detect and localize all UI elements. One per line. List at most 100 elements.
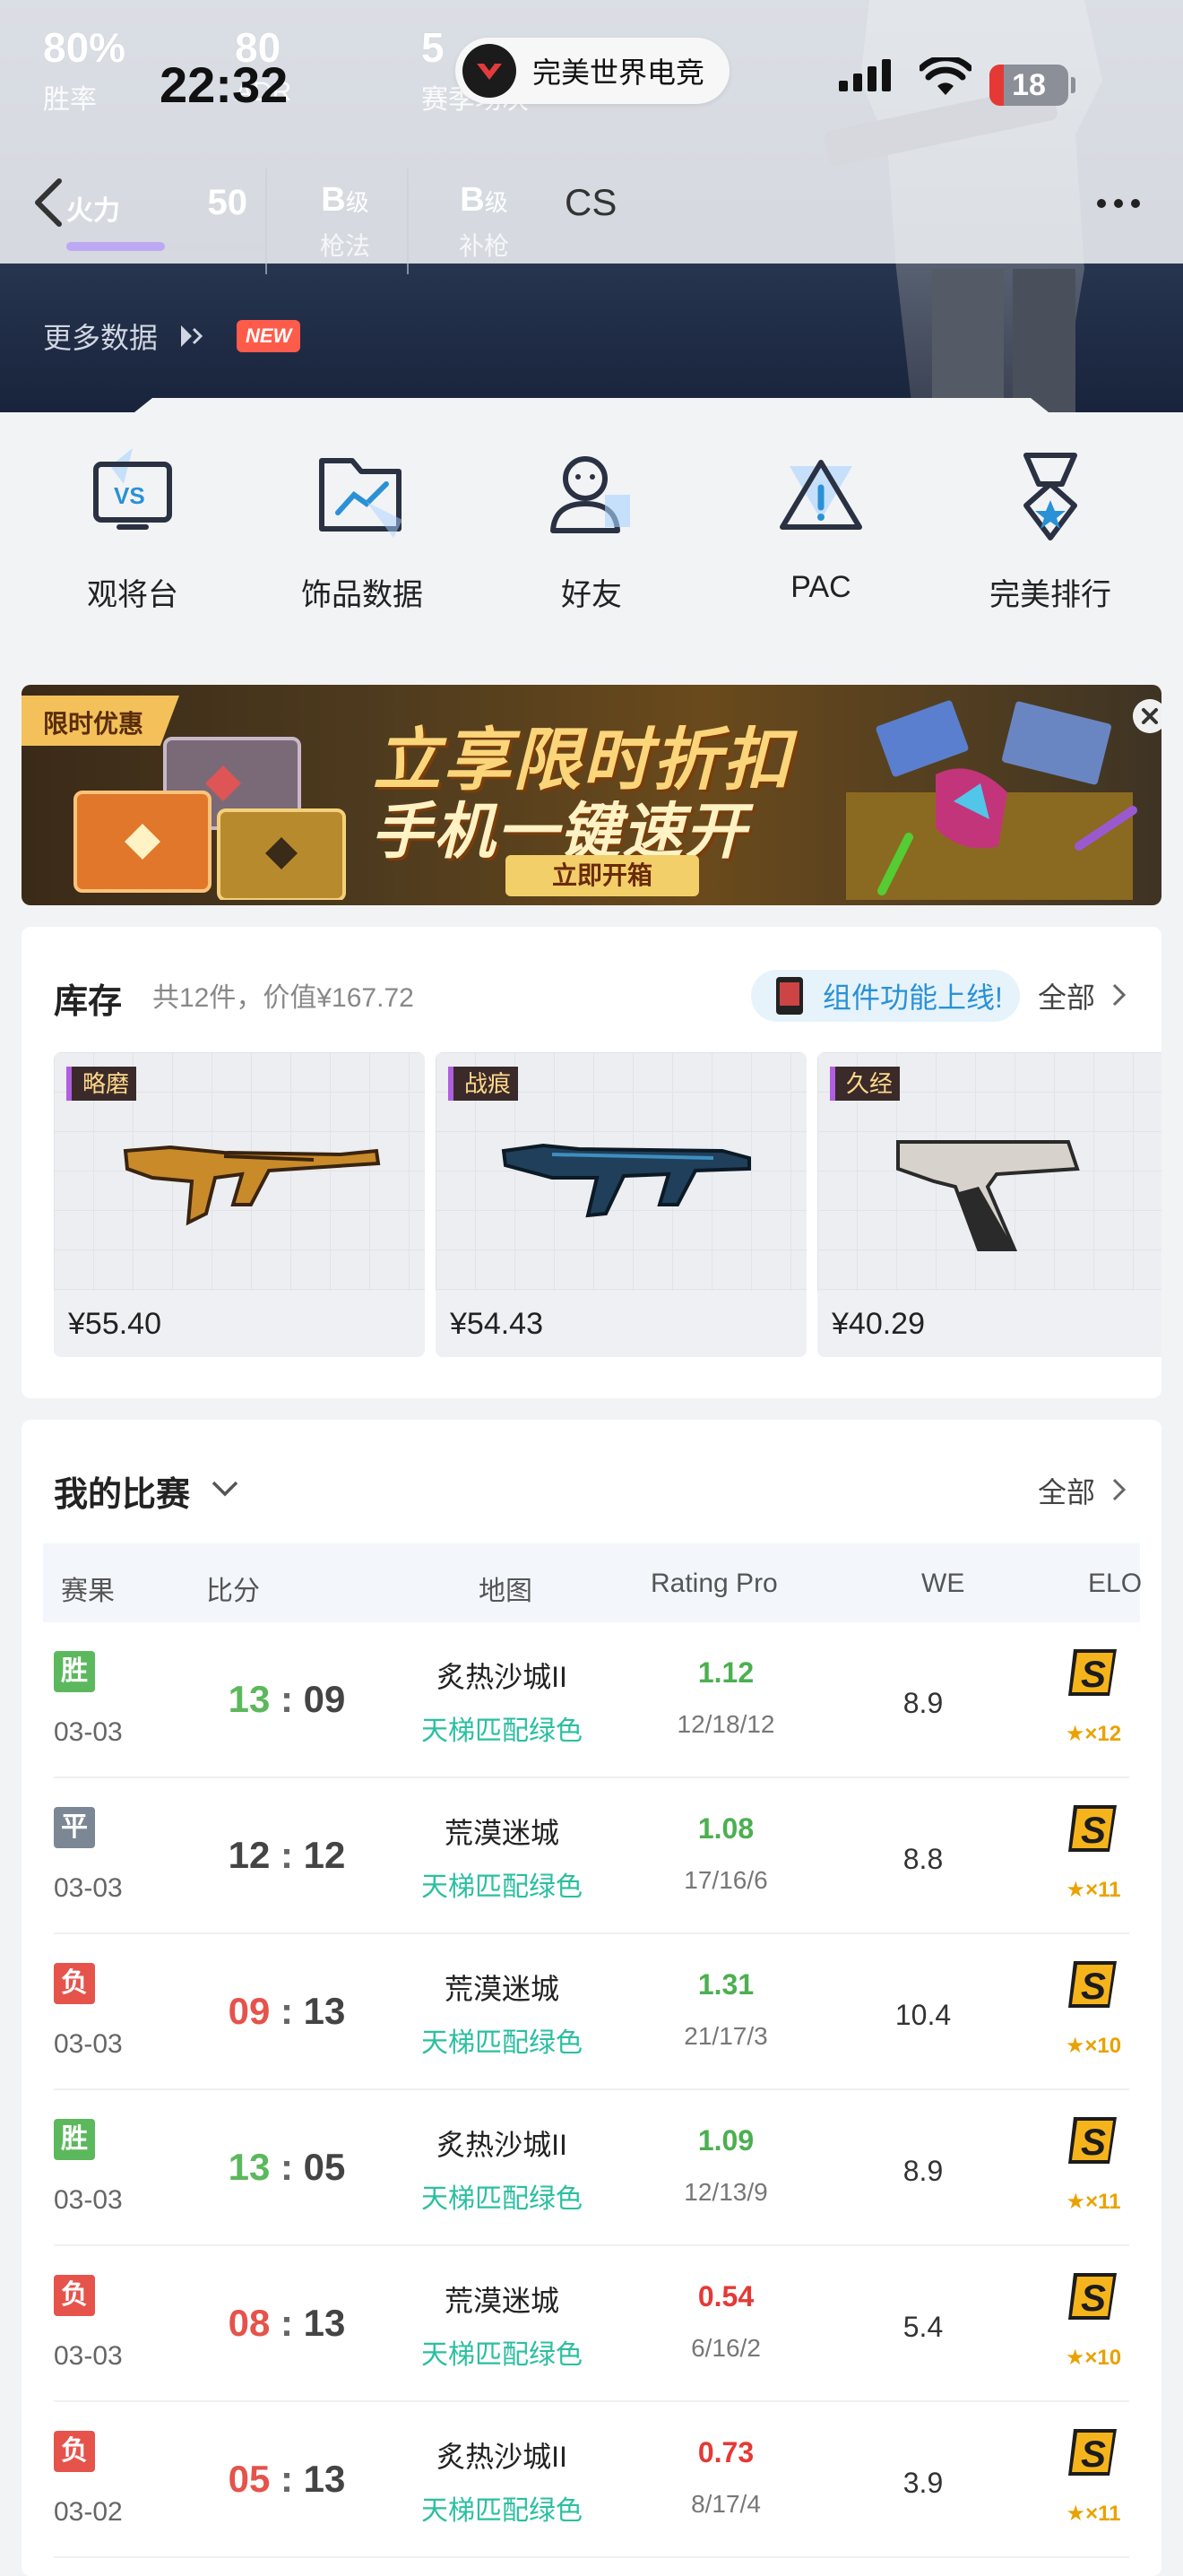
match-score: 09 : 13 <box>228 1990 346 2032</box>
component-notice-text: 组件功能上线! <box>823 981 1003 1014</box>
menu-label: 饰品数据 <box>301 578 423 612</box>
svg-text:S: S <box>1081 1965 1106 2007</box>
brand-switcher[interactable]: 完美世界电竞 <box>455 38 730 104</box>
more-data-link[interactable]: 更多数据 NEW <box>43 316 301 357</box>
rating-pro: 0.54 <box>697 2280 755 2312</box>
matches-all-link[interactable]: 全部 <box>1038 1470 1095 1511</box>
open-case-button[interactable]: 立即开箱 <box>505 855 699 896</box>
score-own: 09 <box>228 1990 271 2032</box>
match-row[interactable]: 负 03-03 09 : 13 荒漠迷城 天梯匹配绿色 1.31 21/17/3… <box>54 1934 1129 2090</box>
score-opponent: 05 <box>303 2146 346 2188</box>
item-wear-tag: 战痕 <box>448 1067 519 1101</box>
match-mode: 天梯匹配绿色 <box>421 2496 583 2526</box>
kda: 21/17/3 <box>684 2022 768 2050</box>
match-score: 13 : 05 <box>228 2146 346 2188</box>
menu-item-skin-data[interactable]: 饰品数据 <box>272 448 452 614</box>
result-badge: 胜 <box>54 2119 95 2160</box>
svg-text:VS: VS <box>114 482 145 509</box>
desert-eagle-icon <box>896 1140 1080 1251</box>
menu-item-friends[interactable]: 好友 <box>502 448 681 614</box>
rating-pro: 1.31 <box>697 1968 755 2001</box>
inventory-item[interactable]: 略磨 ¥55.40 <box>54 1052 425 1357</box>
col-result: 赛果 <box>61 1577 115 1606</box>
vs-icon: VS <box>93 448 172 530</box>
match-row[interactable]: 负 03-02 05 : 13 炙热沙城II 天梯匹配绿色 0.73 8/17/… <box>54 2402 1129 2558</box>
we-score: 8.8 <box>902 1843 944 1875</box>
elo-stars: ★×10 <box>1065 2346 1122 2370</box>
quick-menu: VS 观将台 饰品数据 好友 PAC 完美排行 <box>0 448 1183 614</box>
firepower-bar <box>66 242 263 251</box>
elo-rank: S ★×12 <box>1058 1644 1129 1751</box>
grade-letter: B <box>460 181 485 219</box>
match-date: 03-03 <box>54 2341 123 2371</box>
match-row[interactable]: 胜 03-03 13 : 05 炙热沙城II 天梯匹配绿色 1.09 12/13… <box>54 2090 1129 2246</box>
match-row[interactable]: 胜 03-03 13 : 09 炙热沙城II 天梯匹配绿色 1.12 12/18… <box>54 1622 1129 1778</box>
kda: 8/17/4 <box>691 2490 761 2518</box>
rating-pro: 1.09 <box>697 2124 755 2157</box>
item-wear-tag: 久经 <box>830 1067 901 1101</box>
elo-rank: S ★×11 <box>1058 2424 1129 2531</box>
matches-title[interactable]: 我的比赛 <box>54 1466 190 1516</box>
match-map: 荒漠迷城 <box>444 1817 559 1849</box>
rating-pro: 1.08 <box>697 1812 755 1845</box>
component-feature-pill[interactable]: 组件功能上线! <box>751 970 1020 1022</box>
item-price: ¥54.43 <box>450 1307 543 1341</box>
grade-letter: B <box>321 181 346 219</box>
chevron-right-icon[interactable] <box>1111 1477 1127 1502</box>
firepower-value: 50 <box>207 183 248 222</box>
close-icon[interactable] <box>1133 699 1161 733</box>
kda: 17/16/6 <box>684 1866 768 1894</box>
match-score: 08 : 13 <box>228 2302 346 2344</box>
inventory-item[interactable]: 战痕 ¥54.43 <box>436 1052 807 1357</box>
inventory-all-link[interactable]: 全部 <box>1038 975 1095 1016</box>
score-own: 13 <box>228 2146 271 2188</box>
brand-name: 完美世界电竞 <box>532 56 705 89</box>
more-data-label: 更多数据 <box>43 322 159 354</box>
promo-banner[interactable]: 限时优惠 立享限时折扣 手机一键速开 立即开箱 <box>22 685 1161 905</box>
col-we: WE <box>921 1569 965 1598</box>
result-badge: 平 <box>54 1807 95 1848</box>
matches-table-header: 赛果 比分 地图 Rating Pro WE ELO <box>43 1543 1142 1622</box>
elo-s-rank-icon: S <box>1068 2429 1117 2476</box>
we-score: 5.4 <box>902 2311 944 2343</box>
match-mode: 天梯匹配绿色 <box>421 2184 583 2214</box>
elo-stars: ★×12 <box>1065 1722 1122 1746</box>
menu-label: PAC <box>790 570 851 604</box>
battery-indicator: 18 <box>989 65 1068 106</box>
firepower-label: 火力 <box>66 196 120 226</box>
grade-caption: 枪法 <box>319 232 370 260</box>
elo-s-rank-icon: S <box>1068 1805 1117 1852</box>
match-date: 03-03 <box>54 2029 123 2059</box>
firepower-rating: 火力 50 <box>52 169 267 274</box>
firepower-bar-fill <box>66 242 165 251</box>
chevron-down-icon[interactable] <box>210 1479 240 1499</box>
inventory-title: 库存 <box>54 983 123 1021</box>
we-score: 8.9 <box>902 2155 944 2187</box>
menu-label: 好友 <box>561 578 622 612</box>
match-map: 荒漠迷城 <box>444 2285 559 2317</box>
we-score: 8.9 <box>902 1687 944 1719</box>
skins-illustration <box>846 700 1137 900</box>
menu-item-ranking[interactable]: 完美排行 <box>961 448 1140 614</box>
game-label: CS <box>565 181 617 223</box>
friend-icon <box>550 456 630 533</box>
matches-card: 我的比赛 全部 赛果 比分 地图 Rating Pro WE ELO 胜 03-… <box>22 1420 1161 2576</box>
more-options-icon[interactable] <box>1097 199 1140 208</box>
elo-s-rank-icon: S <box>1068 2117 1117 2164</box>
score-opponent: 13 <box>303 2302 346 2344</box>
score-own: 08 <box>228 2302 271 2344</box>
match-row[interactable]: 平 03-03 12 : 12 荒漠迷城 天梯匹配绿色 1.08 17/16/6… <box>54 1778 1129 1934</box>
perfect-world-logo-icon <box>462 44 516 98</box>
match-date: 03-03 <box>54 2185 123 2215</box>
svg-text:S: S <box>1081 2121 1106 2163</box>
menu-item-pac[interactable]: PAC <box>731 448 911 614</box>
match-row[interactable]: 负 03-03 08 : 13 荒漠迷城 天梯匹配绿色 0.54 6/16/2 … <box>54 2246 1129 2402</box>
rating-pro: 0.73 <box>697 2436 755 2468</box>
banner-tag-text: 限时优惠 <box>43 710 144 738</box>
menu-item-watch-hall[interactable]: VS 观将台 <box>43 448 222 614</box>
inventory-item[interactable]: 久经 ¥40.29 <box>817 1052 1161 1357</box>
stat-label: 胜率 <box>43 85 97 115</box>
elo-rank: S ★×11 <box>1058 2112 1129 2219</box>
inventory-summary: 共12件，价值¥167.72 <box>152 983 414 1013</box>
chevron-right-icon[interactable] <box>1111 982 1127 1007</box>
